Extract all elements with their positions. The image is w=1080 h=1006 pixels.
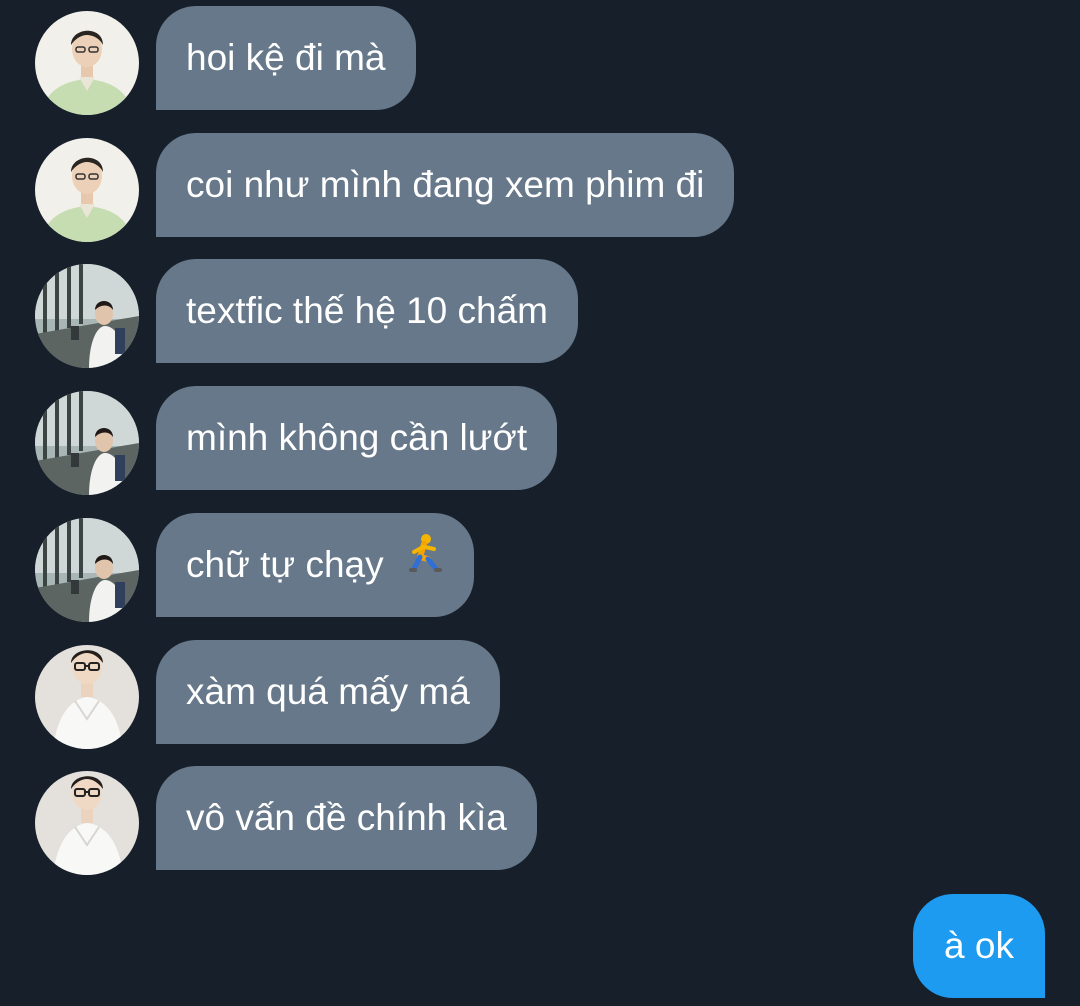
hallway-avatar[interactable] xyxy=(35,264,139,368)
message-row: chữ tự chạy xyxy=(0,513,1080,622)
white-shirt-glasses-avatar[interactable] xyxy=(35,645,139,749)
message-text: coi như mình đang xem phim đi xyxy=(186,164,705,205)
message-row: coi như mình đang xem phim đi xyxy=(0,133,1080,242)
message-text: xàm quá mấy má xyxy=(186,671,470,712)
received-message-bubble[interactable]: textfic thế hệ 10 chấm xyxy=(156,259,578,363)
message-row: textfic thế hệ 10 chấm xyxy=(0,259,1080,368)
message-text: mình không cần lướt xyxy=(186,417,528,458)
chat-thread: hoi kệ đi mà coi như mình đang xem phim … xyxy=(0,0,1080,1006)
message-text: à ok xyxy=(944,925,1014,966)
green-shirt-avatar[interactable] xyxy=(35,138,139,242)
received-message-bubble[interactable]: coi như mình đang xem phim đi xyxy=(156,133,735,237)
message-text: vô vấn đề chính kìa xyxy=(186,797,507,838)
message-text: textfic thế hệ 10 chấm xyxy=(186,290,548,331)
message-text: chữ tự chạy xyxy=(186,544,384,585)
received-message-bubble[interactable]: vô vấn đề chính kìa xyxy=(156,766,537,870)
received-message-bubble[interactable]: chữ tự chạy xyxy=(156,513,474,617)
green-shirt-avatar[interactable] xyxy=(35,11,139,115)
white-shirt-glasses-avatar[interactable] xyxy=(35,771,139,875)
sent-message-bubble[interactable]: à ok xyxy=(913,894,1045,998)
running-person-emoji-icon xyxy=(404,511,444,615)
hallway-avatar[interactable] xyxy=(35,391,139,495)
received-message-bubble[interactable]: hoi kệ đi mà xyxy=(156,6,416,110)
message-row: hoi kệ đi mà xyxy=(0,6,1080,115)
received-message-bubble[interactable]: mình không cần lướt xyxy=(156,386,558,490)
hallway-avatar[interactable] xyxy=(35,518,139,622)
message-row: xàm quá mấy má xyxy=(0,640,1080,749)
message-row: mình không cần lướt xyxy=(0,386,1080,495)
message-text: hoi kệ đi mà xyxy=(186,37,386,78)
received-message-bubble[interactable]: xàm quá mấy má xyxy=(156,640,500,744)
message-row: vô vấn đề chính kìa xyxy=(0,766,1080,875)
